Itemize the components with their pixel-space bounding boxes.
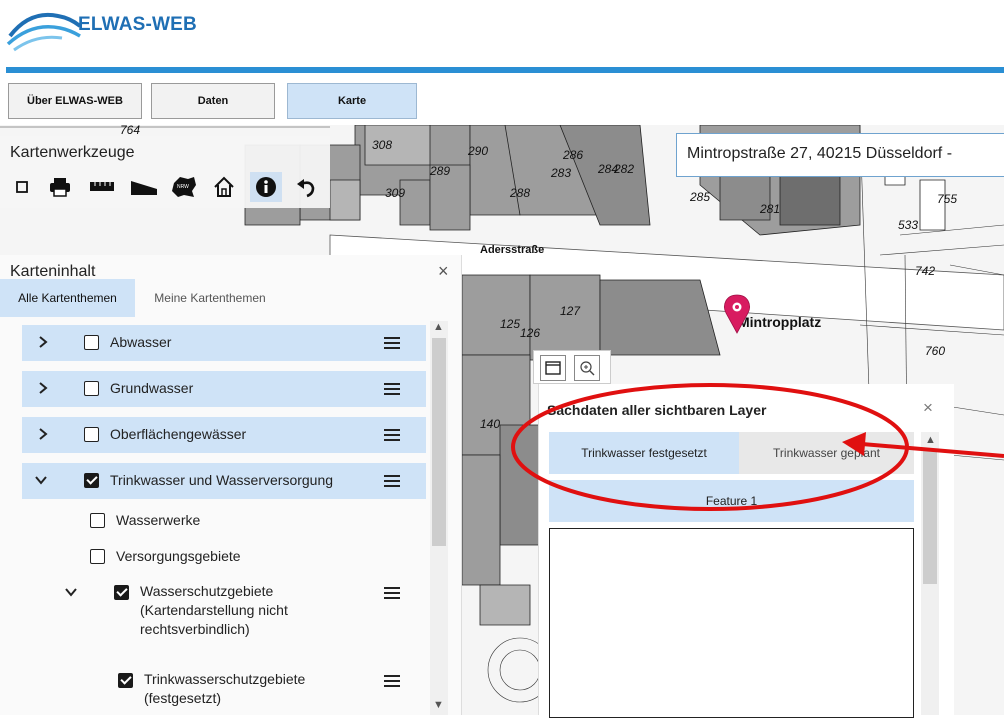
- hamburger-menu-icon[interactable]: [384, 675, 400, 687]
- layer-row-oberflaechengewaesser[interactable]: Oberflächengewässer: [22, 417, 426, 453]
- svg-text:126: 126: [520, 326, 540, 340]
- scroll-up-icon[interactable]: ▲: [433, 321, 444, 333]
- svg-text:282: 282: [613, 162, 634, 176]
- svg-text:290: 290: [467, 144, 488, 158]
- print-icon[interactable]: [44, 172, 76, 202]
- hamburger-menu-icon[interactable]: [384, 383, 400, 395]
- layer-label-line: Wasserschutzgebiete: [140, 583, 274, 599]
- layer-checkbox[interactable]: [90, 513, 105, 528]
- svg-text:288: 288: [509, 186, 530, 200]
- svg-text:309: 309: [385, 186, 405, 200]
- popup-close-icon[interactable]: ×: [923, 398, 933, 418]
- scroll-up-icon[interactable]: ▲: [925, 434, 936, 446]
- info-icon[interactable]: [250, 172, 282, 202]
- place-label: Mintropplatz: [738, 314, 821, 330]
- layer-tree: Abwasser Grundwasser Oberflächengewässer…: [22, 320, 426, 715]
- hamburger-menu-icon[interactable]: [384, 337, 400, 349]
- layer-label-line: Trinkwasserschutzgebiete: [144, 671, 306, 687]
- measure-distance-icon[interactable]: [86, 172, 118, 202]
- svg-text:281: 281: [759, 202, 780, 216]
- layer-row-grundwasser[interactable]: Grundwasser: [22, 371, 426, 407]
- map-content-panel: Karteninhalt × Alle Kartenthemen Meine K…: [0, 255, 462, 715]
- svg-text:289: 289: [429, 164, 450, 178]
- layer-checkbox[interactable]: [84, 335, 99, 350]
- layer-checkbox[interactable]: [84, 473, 99, 488]
- layer-checkbox[interactable]: [84, 381, 99, 396]
- undo-icon[interactable]: [290, 172, 322, 202]
- nrw-extent-icon[interactable]: NRW: [168, 172, 200, 202]
- svg-text:NRW: NRW: [177, 184, 189, 190]
- popup-toolbar: [533, 350, 611, 384]
- chevron-right-icon[interactable]: [36, 381, 50, 395]
- layer-row-abwasser[interactable]: Abwasser: [22, 325, 426, 361]
- svg-text:533: 533: [898, 218, 918, 232]
- feature-header[interactable]: Feature 1: [549, 480, 914, 522]
- layer-label: Trinkwasser und Wasserversorgung: [110, 472, 334, 488]
- layer-row-trinkwasser[interactable]: Trinkwasser und Wasserversorgung: [22, 463, 426, 499]
- parcel-label: 308: [372, 138, 392, 152]
- svg-text:760: 760: [925, 344, 945, 358]
- svg-text:125: 125: [500, 317, 520, 331]
- scroll-down-icon[interactable]: ▼: [433, 699, 444, 711]
- layer-checkbox[interactable]: [114, 585, 129, 600]
- select-rectangle-icon[interactable]: [6, 172, 38, 202]
- tab-daten[interactable]: Daten: [151, 83, 275, 119]
- home-icon[interactable]: [208, 172, 240, 202]
- svg-text:742: 742: [915, 264, 935, 278]
- panel-scrollbar-thumb[interactable]: [432, 338, 446, 546]
- layer-label: Abwasser: [110, 334, 172, 350]
- panel-tabs: Alle Kartenthemen Meine Kartenthemen: [0, 267, 462, 317]
- tab-trinkwasser-festgesetzt[interactable]: Trinkwasser festgesetzt: [549, 432, 739, 474]
- chevron-down-icon[interactable]: [34, 473, 48, 487]
- layer-label-line: (Kartendarstellung nicht: [140, 602, 288, 618]
- measure-area-icon[interactable]: [128, 172, 160, 202]
- tab-trinkwasser-geplant[interactable]: Trinkwasser geplant: [739, 432, 914, 474]
- tab-ueber-elwas[interactable]: Über ELWAS-WEB: [8, 83, 142, 119]
- svg-text:127: 127: [560, 304, 581, 318]
- brand-name: ELWAS-WEB: [78, 14, 197, 35]
- zoom-in-icon[interactable]: [574, 355, 600, 381]
- feature-content: [549, 528, 914, 718]
- chevron-right-icon[interactable]: [36, 335, 50, 349]
- layer-label: Oberflächengewässer: [110, 426, 247, 442]
- popup-scrollbar-thumb[interactable]: [923, 450, 937, 584]
- hamburger-menu-icon[interactable]: [384, 429, 400, 441]
- hamburger-menu-icon[interactable]: [384, 587, 400, 599]
- popup-title: Sachdaten aller sichtbaren Layer: [547, 402, 767, 418]
- svg-text:283: 283: [550, 166, 571, 180]
- address-search-result[interactable]: Mintropstraße 27, 40215 Düsseldorf -: [676, 133, 1004, 177]
- map-tools-panel: Kartenwerkzeuge NRW: [0, 136, 330, 208]
- feature-info-popup: Sachdaten aller sichtbaren Layer × Trink…: [538, 384, 954, 718]
- tab-alle-kartenthemen[interactable]: Alle Kartenthemen: [0, 279, 135, 317]
- layer-label-line: (festgesetzt): [144, 690, 222, 706]
- layer-label-line: rechtsverbindlich): [140, 621, 250, 637]
- sublayer-row-trinkwasserschutzgebiete[interactable]: Trinkwasserschutzgebiete (festgesetzt): [22, 663, 426, 715]
- main-nav: Über ELWAS-WEB Daten Karte: [0, 73, 1004, 125]
- layer-label: Grundwasser: [110, 380, 194, 396]
- window-icon[interactable]: [540, 355, 566, 381]
- chevron-right-icon[interactable]: [36, 427, 50, 441]
- layer-label: Wasserwerke: [116, 512, 201, 528]
- svg-text:285: 285: [689, 190, 710, 204]
- tab-meine-kartenthemen[interactable]: Meine Kartenthemen: [135, 279, 285, 317]
- layer-checkbox[interactable]: [84, 427, 99, 442]
- tools-title: Kartenwerkzeuge: [10, 144, 135, 161]
- svg-text:755: 755: [937, 192, 957, 206]
- sublayer-row-wasserwerke[interactable]: Wasserwerke: [22, 503, 426, 539]
- chevron-down-icon[interactable]: [64, 585, 78, 599]
- street-label: Adersstraße: [480, 244, 544, 256]
- sublayer-row-wasserschutzgebiete[interactable]: Wasserschutzgebiete (Kartendarstellung n…: [22, 575, 426, 645]
- svg-text:140: 140: [480, 417, 500, 431]
- svg-text:286: 286: [562, 148, 583, 162]
- hamburger-menu-icon[interactable]: [384, 475, 400, 487]
- layer-label: Versorgungsgebiete: [116, 548, 241, 564]
- tab-karte[interactable]: Karte: [287, 83, 417, 119]
- layer-checkbox[interactable]: [118, 673, 133, 688]
- layer-checkbox[interactable]: [90, 549, 105, 564]
- sublayer-row-versorgungsgebiete[interactable]: Versorgungsgebiete: [22, 539, 426, 575]
- app-header: ELWAS-WEB: [0, 0, 1004, 68]
